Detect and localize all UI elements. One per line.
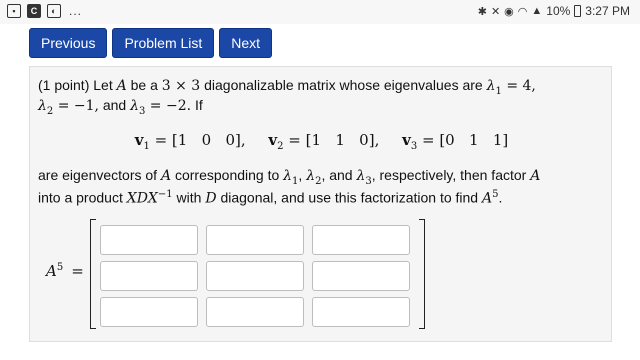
text: If (191, 97, 203, 113)
text: corresponding to (171, 167, 284, 183)
gallery-icon: ◐ (47, 4, 61, 18)
problem-line-2: λ2 = −1, and λ3 = −2. If (38, 95, 598, 122)
matrix-left-bracket (90, 219, 96, 329)
math-A: A (160, 168, 172, 184)
text: into a product (38, 189, 127, 206)
math-value: = −1, (53, 98, 99, 114)
matrix-cell-1-3[interactable] (312, 225, 410, 255)
problem-nav: Previous Problem List Next (29, 28, 273, 58)
matrix-cell-2-3[interactable] (312, 261, 410, 291)
wifi-icon: ◠ (517, 5, 528, 18)
matrix-cell-1-1[interactable] (100, 225, 198, 255)
math-A: A (530, 168, 541, 184)
previous-button[interactable]: Previous (29, 28, 108, 58)
text: and (98, 97, 131, 113)
mute-icon: ✕ (490, 5, 501, 18)
text: , respectively, then factor (371, 167, 531, 183)
matrix-cell-2-2[interactable] (206, 261, 304, 291)
text: diagonal, and use this factorization to … (216, 189, 482, 206)
vector-value: = [1 1 0], (283, 131, 380, 149)
math-lambda: λ (38, 98, 47, 114)
math-A: A (481, 190, 493, 207)
points-label: (1 point) (38, 77, 90, 93)
matrix-cell-3-1[interactable] (100, 297, 198, 327)
vector-name: v (402, 131, 411, 149)
battery-percent: 10% (546, 4, 571, 18)
vector-3: v3 = [0 1 1] (402, 131, 509, 152)
vector-1: v1 = [1 0 0], (135, 131, 246, 152)
math-sup: −1 (157, 189, 173, 200)
matrix-cell-3-3[interactable] (312, 297, 410, 327)
math-XDX: XDX (126, 190, 158, 207)
problem-line-4: into a product XDX−1 with D diagonal, an… (38, 185, 598, 209)
equals-sign: = (71, 262, 84, 280)
vector-name: v (268, 131, 278, 149)
math-lambda: λ (283, 168, 293, 184)
answer-label: A5 = (46, 262, 84, 280)
math-A: A (46, 262, 57, 280)
math-lambda: λ (306, 168, 316, 184)
problem-list-button[interactable]: Problem List (112, 28, 215, 58)
status-right: ✱ ✕ ◉ ◠ ▲ 10% 3:27 PM (478, 4, 630, 18)
matrix-cell-1-2[interactable] (206, 225, 304, 255)
problem-card: (1 point) Let A be a 3 × 3 diagonalizabl… (29, 66, 612, 342)
signal-icon: ▲ (531, 5, 543, 17)
app-icon: C (27, 4, 41, 18)
text: are eigenvectors of (38, 167, 161, 183)
text: , and (321, 167, 357, 183)
matrix-cell-2-1[interactable] (100, 261, 198, 291)
status-bar: ▪ C ◐ ... ✱ ✕ ◉ ◠ ▲ 10% 3:27 PM (0, 0, 640, 24)
text: be a (126, 77, 162, 93)
math-value: = 4, (501, 78, 536, 94)
text: diagonalizable matrix whose eigenvalues … (200, 77, 487, 93)
status-left: ▪ C ◐ ... (7, 4, 82, 18)
math-value: = −2. (145, 98, 192, 114)
text: . (498, 189, 503, 206)
matrix-right-bracket (419, 219, 425, 329)
clock: 3:27 PM (585, 4, 630, 18)
math-sup: 5 (56, 262, 64, 273)
vector-value: = [0 1 1] (417, 131, 509, 149)
eigenvectors: v1 = [1 0 0], v2 = [1 1 0], v3 = [0 1 1] (30, 131, 613, 152)
answer-matrix (100, 225, 410, 327)
math-dim: 3 × 3 (161, 78, 201, 94)
alarm-icon: ◉ (504, 5, 514, 18)
battery-icon (574, 5, 582, 17)
next-button[interactable]: Next (219, 28, 273, 58)
math-A: A (116, 78, 127, 94)
text: Let (89, 77, 117, 93)
matrix-cell-3-2[interactable] (206, 297, 304, 327)
image-icon: ▪ (7, 4, 21, 18)
bluetooth-icon: ✱ (477, 5, 487, 18)
vector-2: v2 = [1 1 0], (268, 131, 380, 152)
vector-value: = [1 0 0], (149, 131, 246, 149)
math-lambda: λ (486, 78, 496, 94)
more-notifications: ... (69, 4, 83, 18)
text: with (172, 189, 206, 206)
math-D: D (205, 190, 217, 207)
math-lambda: λ (130, 98, 139, 114)
